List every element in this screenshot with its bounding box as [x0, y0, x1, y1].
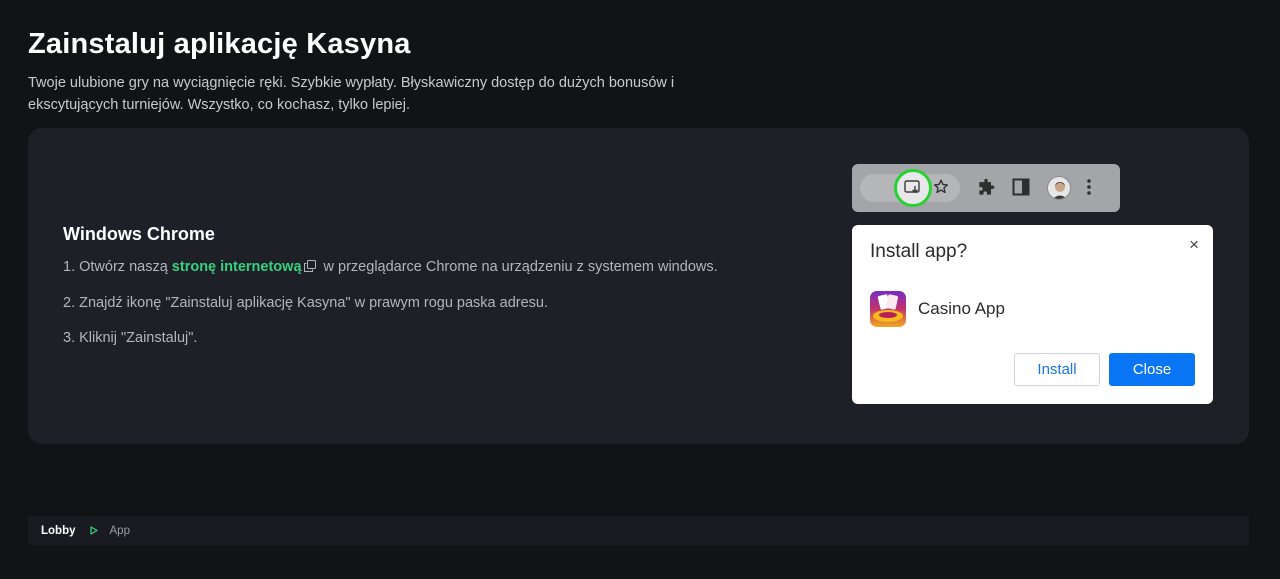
copy-icon[interactable] — [303, 258, 316, 278]
close-button[interactable]: Close — [1109, 353, 1195, 386]
step-1: 1. Otwórz naszą stronę internetową w prz… — [63, 257, 718, 278]
step-2: 2. Znajdź ikonę "Zainstaluj aplikację Ka… — [63, 295, 549, 311]
dialog-title: Install app? — [870, 241, 968, 262]
website-link[interactable]: stronę internetową — [172, 259, 302, 275]
page-subtitle: Twoje ulubione gry na wyciągnięcie ręki.… — [28, 75, 675, 113]
breadcrumb-app: App — [109, 524, 130, 537]
star-icon[interactable] — [932, 178, 950, 196]
play-arrow-icon — [89, 526, 98, 535]
install-button[interactable]: Install — [1014, 353, 1100, 386]
os-title: Windows Chrome — [63, 224, 215, 244]
app-name: Casino App — [918, 299, 1005, 318]
more-menu-icon[interactable] — [1086, 178, 1092, 196]
instructions: Windows Chrome 1. Otwórz naszą stronę in… — [63, 224, 718, 363]
breadcrumb: Lobby App — [28, 516, 1249, 545]
install-app-icon[interactable] — [894, 169, 932, 207]
install-app-page: Zainstaluj aplikację Kasyna Twoje ulubio… — [0, 0, 1280, 579]
instruction-card: Windows Chrome 1. Otwórz naszą stronę in… — [28, 128, 1249, 444]
step-1-suffix: w przeglądarce Chrome na urządzeniu z sy… — [319, 259, 718, 275]
sidepanel-icon[interactable] — [1012, 178, 1030, 196]
dialog-close-icon[interactable]: × — [1189, 235, 1199, 255]
puzzle-icon[interactable] — [976, 178, 996, 198]
breadcrumb-lobby[interactable]: Lobby — [41, 525, 76, 537]
step-3: 3. Kliknij "Zainstaluj". — [63, 330, 198, 346]
step-1-prefix: 1. Otwórz naszą — [63, 259, 172, 275]
page-title: Zainstaluj aplikację Kasyna — [28, 28, 411, 60]
casino-app-icon — [870, 291, 906, 327]
install-app-dialog: Install app? × Casino App Install Close — [852, 225, 1213, 404]
avatar[interactable] — [1047, 176, 1071, 200]
browser-toolbar-mock — [852, 164, 1120, 212]
